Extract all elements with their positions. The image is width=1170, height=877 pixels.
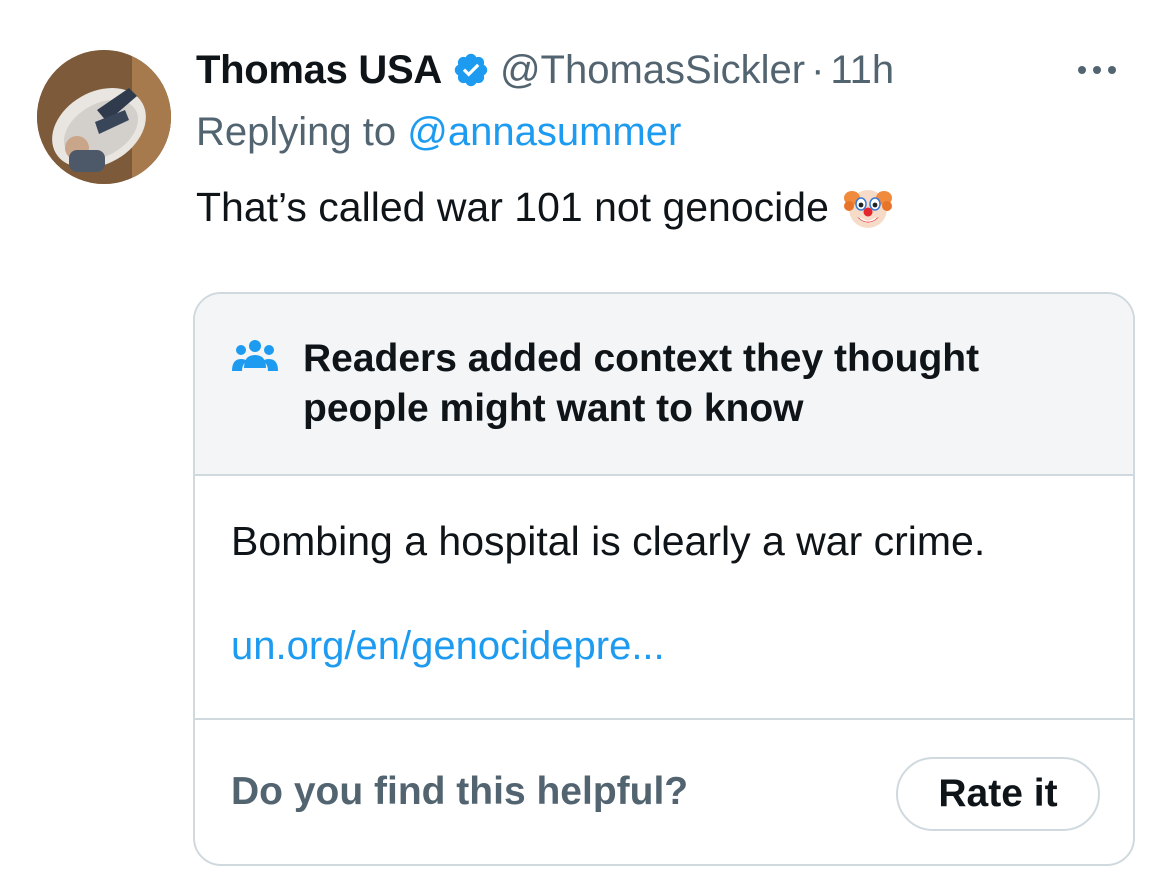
author-handle[interactable]: @ThomasSickler [500,44,805,96]
avatar[interactable] [37,50,171,184]
tweet: Thomas USA @ThomasSickler · 11h Replying… [0,0,1170,877]
separator-dot: · [811,48,825,92]
community-note-title: Readers added context they thought peopl… [303,337,980,430]
community-note-text: Bombing a hospital is clearly a war crim… [231,518,986,564]
dot-3 [1108,66,1116,74]
tweet-text: That’s called war 101 not genocide [196,180,893,234]
timestamp[interactable]: 11h [830,44,894,96]
community-note: Readers added context they thought peopl… [193,292,1135,866]
reply-mention-link[interactable]: @annasummer [407,110,681,154]
tweet-text-content: That’s called war 101 not genocide [196,184,829,230]
dot-2 [1093,66,1101,74]
community-note-body [195,476,1133,720]
rate-it-button[interactable]: Rate it [896,757,1100,831]
community-note-header: Readers added context they thought peopl… [195,294,1133,476]
clown-face-emoji [843,190,892,228]
more-options-icon[interactable] [1078,60,1128,80]
reply-context: Replying to @annasummer [196,106,681,158]
people-group-icon [232,340,278,371]
community-note-source-link[interactable]: un.org/en/genocidepre... [231,619,665,673]
verified-badge-icon [454,53,488,87]
dot-1 [1078,66,1086,74]
tweet-header: Thomas USA @ThomasSickler · 11h [196,44,894,96]
avatar-photo [37,50,171,184]
helpful-prompt: Do you find this helpful? [231,770,689,813]
reply-prefix: Replying to [196,110,397,154]
author-name[interactable]: Thomas USA [196,44,442,96]
